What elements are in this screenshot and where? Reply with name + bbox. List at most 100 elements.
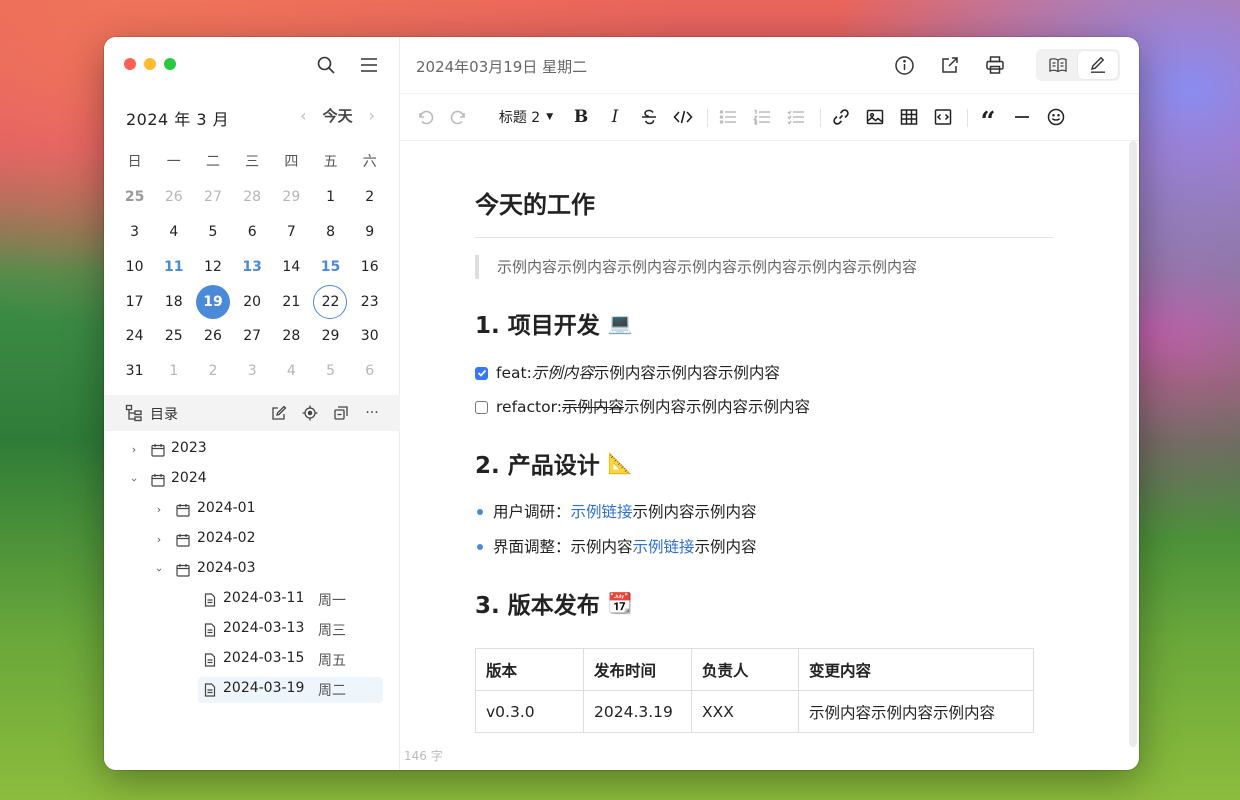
tree-folder-2024-02[interactable]: › 2024-02 [104,525,400,555]
calendar-day[interactable]: 21 [272,285,311,319]
calendar-day-with-entry[interactable]: 11 [154,250,193,284]
calendar-day-with-entry[interactable]: 15 [311,250,350,284]
calendar-day[interactable]: 24 [115,319,154,353]
calendar-day[interactable]: 23 [350,285,389,319]
calendar-day[interactable]: 25 [115,180,154,214]
calendar-day[interactable]: 4 [272,354,311,388]
calendar-day[interactable]: 3 [233,354,272,388]
chevron-down-icon[interactable]: › [128,474,141,486]
task-list-icon[interactable] [785,106,807,128]
calendar-day[interactable]: 8 [311,215,350,249]
tree-entry-2024-03-11[interactable]: 2024-03-11 周一 [104,585,400,615]
prev-month-button[interactable]: ‹ [300,106,306,125]
calendar-day[interactable]: 27 [193,180,232,214]
editor-area[interactable]: 今天的工作 示例内容示例内容示例内容示例内容示例内容示例内容示例内容 1. 项目… [400,141,1139,770]
calendar-day[interactable]: 5 [193,215,232,249]
strikethrough-icon[interactable] [638,106,660,128]
calendar-day[interactable]: 27 [233,319,272,353]
table-cell[interactable]: XXX [691,690,799,733]
tree-entry-2024-03-19[interactable]: 2024-03-19 周二 [104,675,400,705]
close-window-button[interactable] [124,58,136,70]
table-cell[interactable]: 示例内容示例内容示例内容 [798,690,1034,733]
calendar-day[interactable]: 29 [311,319,350,353]
export-icon[interactable] [938,53,962,77]
search-icon[interactable] [314,53,338,77]
undo-icon[interactable] [414,106,436,128]
calendar-day[interactable]: 14 [272,250,311,284]
more-options-icon[interactable]: ··· [363,404,381,422]
calendar-day[interactable]: 5 [311,354,350,388]
calendar-day[interactable]: 3 [115,215,154,249]
quote-icon[interactable]: “ [977,106,999,137]
checkbox-checked[interactable] [475,366,488,380]
calendar-day-selected[interactable]: 19 [193,284,232,319]
table-cell[interactable]: v0.3.0 [475,690,584,733]
sample-link[interactable]: 示例链接 [571,501,633,523]
calendar-day[interactable]: 18 [154,285,193,319]
minimize-window-button[interactable] [144,58,156,70]
chevron-right-icon[interactable]: › [153,504,165,516]
chevron-right-icon[interactable]: › [153,534,165,546]
locate-icon[interactable] [301,404,319,422]
bullet-list-icon[interactable] [717,106,739,128]
checkbox-unchecked[interactable] [475,400,488,414]
next-month-button[interactable]: › [369,106,375,125]
italic-icon[interactable]: I [604,106,626,128]
reading-mode-icon[interactable] [1038,51,1078,79]
calendar-day[interactable]: 1 [154,354,193,388]
code-block-icon[interactable] [932,106,954,128]
calendar-day-today[interactable]: 22 [311,284,350,319]
calendar-day[interactable]: 2 [193,354,232,388]
tree-entry-2024-03-15[interactable]: 2024-03-15 周五 [104,645,400,675]
calendar-day[interactable]: 16 [350,250,389,284]
table-icon[interactable] [898,106,920,128]
calendar-day[interactable]: 6 [350,354,389,388]
calendar-day[interactable]: 12 [193,250,232,284]
calendar-day[interactable]: 26 [193,319,232,353]
table-cell[interactable]: 2024.3.19 [583,690,692,733]
redo-icon[interactable] [448,106,470,128]
tree-folder-2024-03[interactable]: › 2024-03 [104,555,400,585]
tree-folder-2024[interactable]: › 2024 [104,465,400,495]
calendar-day[interactable]: 20 [233,285,272,319]
today-button[interactable]: 今天 [323,105,353,126]
calendar-day[interactable]: 28 [233,180,272,214]
chevron-down-icon[interactable]: › [153,564,166,576]
calendar-day[interactable]: 25 [154,319,193,353]
calendar-day[interactable]: 7 [272,215,311,249]
calendar-day[interactable]: 4 [154,215,193,249]
print-icon[interactable] [983,53,1007,77]
calendar-day[interactable]: 17 [115,285,154,319]
horizontal-rule-icon[interactable] [1011,106,1033,128]
collapse-all-icon[interactable] [332,404,350,422]
new-note-icon[interactable] [270,404,288,422]
tree-folder-2024-01[interactable]: › 2024-01 [104,495,400,525]
inline-code-icon[interactable] [672,106,694,128]
emoji-icon[interactable] [1045,106,1067,128]
calendar-day-with-entry[interactable]: 13 [233,250,272,284]
calendar-day[interactable]: 26 [154,180,193,214]
calendar-day[interactable]: 9 [350,215,389,249]
chevron-right-icon[interactable]: › [128,444,140,456]
menu-icon[interactable] [357,53,381,77]
tree-entry-2024-03-13[interactable]: 2024-03-13 周三 [104,615,400,645]
edit-mode-icon[interactable] [1078,51,1118,79]
link-icon[interactable] [830,106,852,128]
calendar-day[interactable]: 1 [311,180,350,214]
calendar-day[interactable]: 30 [350,319,389,353]
numbered-list-icon[interactable] [751,106,773,128]
calendar-day[interactable]: 31 [115,354,154,388]
sample-link[interactable]: 示例链接 [633,536,695,558]
calendar-day[interactable]: 2 [350,180,389,214]
heading-style-dropdown[interactable]: 标题 2 ▼ [494,106,558,128]
calendar-day[interactable]: 29 [272,180,311,214]
document-icon [203,683,217,697]
bold-icon[interactable]: B [570,106,592,128]
tree-folder-2023[interactable]: › 2023 [104,435,400,465]
calendar-day[interactable]: 10 [115,250,154,284]
image-icon[interactable] [864,106,886,128]
info-icon[interactable] [892,53,916,77]
calendar-day[interactable]: 6 [233,215,272,249]
maximize-window-button[interactable] [164,58,176,70]
calendar-day[interactable]: 28 [272,319,311,353]
